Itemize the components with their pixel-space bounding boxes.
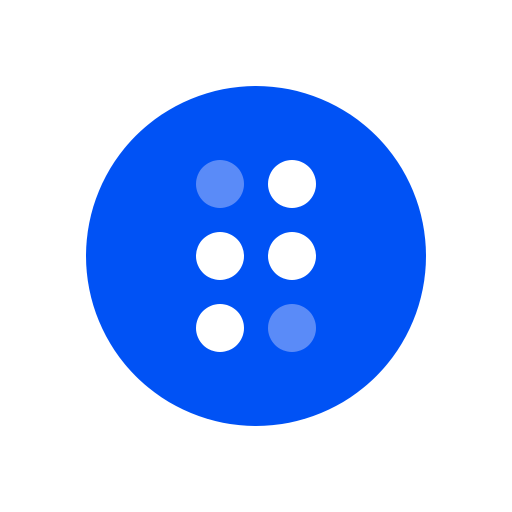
dot-middle-right	[268, 232, 316, 280]
dot-top-right	[268, 160, 316, 208]
dot-bottom-right	[268, 304, 316, 352]
dot-top-left	[196, 160, 244, 208]
dot-middle-left	[196, 232, 244, 280]
braille-dots-icon	[86, 86, 426, 426]
dot-bottom-left	[196, 304, 244, 352]
icon-canvas	[0, 0, 512, 512]
